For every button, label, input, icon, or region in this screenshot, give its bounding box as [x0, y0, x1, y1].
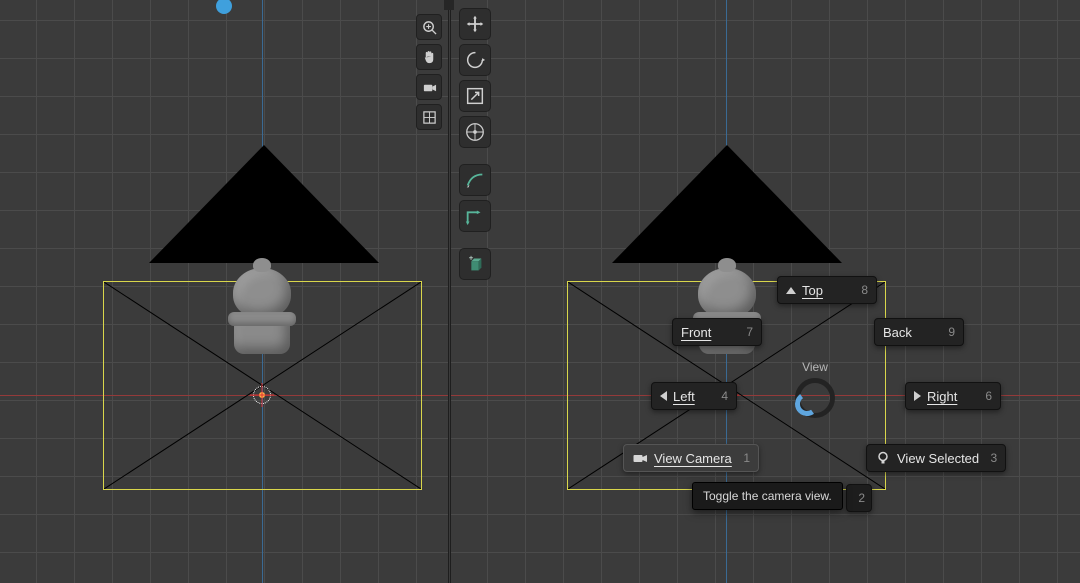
- pie-bottom-key[interactable]: 2: [846, 484, 872, 512]
- camera-icon: [632, 450, 648, 466]
- pie-left-button[interactable]: Left 4: [651, 382, 737, 410]
- pie-left-key: 4: [716, 389, 728, 403]
- pan-icon[interactable]: [416, 44, 442, 70]
- pie-view-camera-label: View Camera: [654, 451, 732, 466]
- pie-bottom-key-label: 2: [853, 491, 865, 505]
- viewport-right[interactable]: + View Top 8 Front 7 Back 9 Left 4: [450, 0, 1080, 583]
- chevron-left-icon: [660, 391, 667, 401]
- pie-left-label: Left: [673, 389, 695, 404]
- pie-top-label: Top: [802, 283, 823, 298]
- pie-view-selected-button[interactable]: View Selected 3: [866, 444, 1006, 472]
- toolbar: +: [459, 8, 491, 280]
- pie-menu-title: View: [790, 360, 840, 374]
- pie-view-camera-key: 1: [738, 451, 750, 465]
- viewport-left[interactable]: [0, 0, 449, 583]
- lightbulb-icon: [875, 450, 891, 466]
- object-cactus[interactable]: [222, 268, 302, 354]
- chevron-right-icon: [914, 391, 921, 401]
- pie-right-key: 6: [980, 389, 992, 403]
- annotate-icon[interactable]: [459, 164, 491, 196]
- transform-icon[interactable]: [459, 116, 491, 148]
- pie-top-button[interactable]: Top 8: [777, 276, 877, 304]
- grid-icon[interactable]: [416, 104, 442, 130]
- pie-right-button[interactable]: Right 6: [905, 382, 1001, 410]
- pie-front-button[interactable]: Front 7: [672, 318, 762, 346]
- tooltip-text: Toggle the camera view.: [703, 489, 832, 503]
- camera-icon[interactable]: [416, 74, 442, 100]
- pie-menu-ring: [795, 378, 835, 418]
- cursor-3d[interactable]: [253, 386, 271, 404]
- pie-view-camera-button[interactable]: View Camera 1: [623, 444, 759, 472]
- pie-back-label: Back: [883, 325, 912, 340]
- navball-icon[interactable]: [216, 0, 232, 14]
- viewport-splitter[interactable]: [444, 0, 454, 10]
- camera-shape: [612, 145, 842, 263]
- tooltip: Toggle the camera view.: [692, 482, 843, 510]
- pie-front-label: Front: [681, 325, 711, 340]
- pie-right-label: Right: [927, 389, 957, 404]
- measure-icon[interactable]: [459, 200, 491, 232]
- pie-view-selected-key: 3: [985, 451, 997, 465]
- viewport-nav-icons: [416, 14, 442, 130]
- pie-view-selected-label: View Selected: [897, 451, 979, 466]
- pie-back-button[interactable]: Back 9: [874, 318, 964, 346]
- scale-icon[interactable]: [459, 80, 491, 112]
- pie-back-key: 9: [943, 325, 955, 339]
- move-icon[interactable]: [459, 8, 491, 40]
- pie-front-key: 7: [741, 325, 753, 339]
- addcube-icon[interactable]: +: [459, 248, 491, 280]
- rotate-icon[interactable]: [459, 44, 491, 76]
- pie-top-key: 8: [856, 283, 868, 297]
- svg-text:+: +: [469, 253, 474, 262]
- chevron-up-icon: [786, 287, 796, 294]
- camera-shape: [149, 145, 379, 263]
- zoom-icon[interactable]: [416, 14, 442, 40]
